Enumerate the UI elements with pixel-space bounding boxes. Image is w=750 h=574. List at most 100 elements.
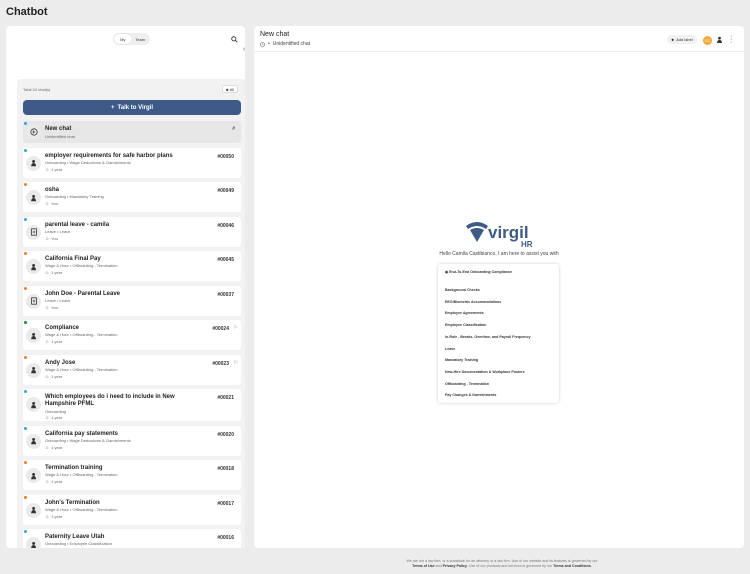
status-dot <box>24 426 27 430</box>
flag-icon[interactable]: ⚐ <box>234 325 238 331</box>
chat-item-number: #00037 <box>217 291 234 298</box>
chat-list-panel: My Team Total 24 chat(s) ⬥ All + Talk to V… <box>6 26 245 548</box>
status-dot: • <box>268 41 270 47</box>
status-dot <box>24 495 27 499</box>
chat-item-title: New chat <box>45 126 72 132</box>
chat-list-item[interactable]: Termination training Wage & Hour • Offboa… <box>23 460 241 490</box>
status-dot <box>24 461 27 464</box>
chat-item-tags: Wage & Hour • Offboarding - Termination <box>45 263 118 268</box>
chat-item-title: parental leave - camila <box>45 221 110 228</box>
talk-to-virgil-button[interactable]: + Talk to Virgil <box>23 100 241 115</box>
user-icon: ☺ <box>45 479 50 484</box>
disclaimer: We are not a law firm, or a substitute f… <box>352 559 652 569</box>
collapse-panel-icon[interactable]: ‹ <box>243 46 245 53</box>
chat-item-meta-text: 1 year <box>51 339 63 344</box>
chat-item-meta: ☺ You <box>45 236 58 241</box>
privacy-link[interactable]: Privacy Policy <box>443 564 467 568</box>
chat-circle-icon <box>26 124 41 139</box>
chat-list-item[interactable]: John Doe - Parental Leave Leave • Leave ☺ Y… <box>23 285 241 316</box>
status-dot <box>24 122 27 125</box>
topic-item[interactable]: Pay Changes & Garnishments <box>445 393 496 397</box>
person-icon <box>26 362 41 378</box>
tab-team[interactable]: Team <box>132 34 150 44</box>
chat-list-item[interactable]: New chat Unidentified chat # <box>23 121 241 143</box>
person-icon <box>26 433 41 449</box>
chat-item-meta-text: 1 year <box>51 373 63 379</box>
search-icon[interactable] <box>231 36 238 43</box>
chat-item-tags: Leave • Leave <box>45 228 71 234</box>
topic-item[interactable]: Offboarding - Termination <box>445 382 489 386</box>
person-icon[interactable] <box>716 36 723 43</box>
chat-item-title: John's Termination <box>45 499 100 506</box>
clock-icon <box>260 41 265 47</box>
chat-item-title: California pay statements <box>45 430 119 437</box>
chat-item-tags: Wage & Hour • Offboarding - Termination <box>45 472 118 477</box>
terms-link[interactable]: Terms of Use <box>412 564 435 568</box>
add-label-button[interactable]: ⬥ Add label <box>667 35 697 44</box>
chat-list-item[interactable]: California pay statements Onboarding • Wa… <box>23 425 241 456</box>
filter-button[interactable]: ⬥ All <box>222 85 238 93</box>
talk-button-label: Talk to Virgil <box>117 104 153 111</box>
chat-item-meta: ☺ You <box>45 201 58 206</box>
status-dot <box>24 148 27 152</box>
flag-icon[interactable]: ⚐ <box>234 360 238 366</box>
topic-item[interactable]: Employee Agreements <box>445 311 484 315</box>
status-dot <box>24 183 27 186</box>
user-icon: ☺ <box>45 444 50 450</box>
chat-item-meta-text: 1 year <box>51 479 63 484</box>
user-icon: ☺ <box>45 513 50 519</box>
topic-item[interactable]: In-Role - Breaks, Overtime, and Payroll … <box>445 335 530 339</box>
person-icon <box>26 259 41 274</box>
terms-conditions-link[interactable]: Terms and Conditions <box>553 564 591 568</box>
topic-item[interactable]: Employee Classification <box>445 323 486 327</box>
user-icon: ☺ <box>45 235 50 241</box>
topic-item[interactable]: Leave <box>445 347 455 351</box>
topic-item[interactable]: Mandatory Training <box>445 358 478 362</box>
user-icon: ☺ <box>45 166 50 172</box>
chat-list-item[interactable]: parental leave - camila Leave • Leave ☺ You… <box>23 216 241 247</box>
chat-list-item[interactable]: John's Termination Wage & Hour • Offboard… <box>23 494 241 525</box>
more-menu-icon[interactable]: · · · <box>730 33 732 46</box>
status-dot <box>24 286 27 290</box>
topic-header[interactable]: ◉ End-To-End Onboarding Compliance <box>445 270 512 274</box>
user-icon: ☺ <box>45 415 50 420</box>
topics-menu: ◉ End-To-End Onboarding Compliance Backgr… <box>438 264 559 403</box>
tab-my[interactable]: My <box>114 34 132 44</box>
page-title: Chatbot <box>6 6 48 18</box>
chat-list-item[interactable]: California Final Pay Wage & Hour • Offboa… <box>23 251 241 281</box>
chat-item-number: # <box>232 126 235 132</box>
status-dot <box>24 252 27 255</box>
chat-item-title: Paternity Leave Utah <box>45 534 105 540</box>
chat-item-title: California Final Pay <box>45 256 101 262</box>
chat-item-meta-text: 1 year <box>51 513 63 519</box>
topic-item[interactable]: Background Checks <box>445 288 480 292</box>
plus-icon: + <box>111 104 115 111</box>
chat-item-meta-text: You <box>51 235 58 241</box>
chat-list-item[interactable]: Andy Jose Wage & Hour • Offboarding - Ter… <box>23 354 241 385</box>
chat-list-item[interactable]: Compliance Wage & Hour • Offboarding - Te… <box>23 320 241 350</box>
chat-item-tags: Onboarding • Wage Deductions & Garnishme… <box>45 437 131 443</box>
avatar[interactable]: CC <box>703 36 712 45</box>
disclaimer-text: We are not a law firm, or a substitute f… <box>406 559 598 563</box>
chat-item-title: Andy Jose <box>45 359 76 366</box>
chat-item-meta: ☺ 1 year <box>45 374 62 379</box>
person-icon <box>26 190 41 205</box>
user-icon: ☺ <box>45 201 50 206</box>
virgil-logo: virgil HR <box>466 222 533 248</box>
document-icon <box>26 293 41 309</box>
chat-list-item[interactable]: employer requirements for safe harbor pl… <box>23 147 241 178</box>
chat-item-meta: ☺ 1 year <box>45 415 62 420</box>
chat-item-tags: Wage & Hour • Offboarding - Termination <box>45 506 118 512</box>
chat-list-item[interactable]: Which employees do i need to include in … <box>23 389 241 421</box>
chat-item-number: #00049 <box>217 188 234 194</box>
document-icon <box>26 224 41 240</box>
chat-item-number: #00050 <box>217 153 234 160</box>
chat-item-number: #00024 <box>212 326 229 332</box>
chat-item-meta-text: You <box>51 304 58 310</box>
status-dot <box>24 321 27 324</box>
chat-list-item[interactable]: Paternity Leave Utah Onboarding • Employe… <box>23 529 241 548</box>
chat-item-tags: Onboarding • Mandatory Training <box>45 194 104 199</box>
topic-item[interactable]: New-Hire Documentation & Workplace Poste… <box>445 370 525 374</box>
chat-list-item[interactable]: osha Onboarding • Mandatory Training ☺ You #… <box>23 182 241 212</box>
topic-item[interactable]: EEO/Biometric Accommodations <box>445 300 501 304</box>
